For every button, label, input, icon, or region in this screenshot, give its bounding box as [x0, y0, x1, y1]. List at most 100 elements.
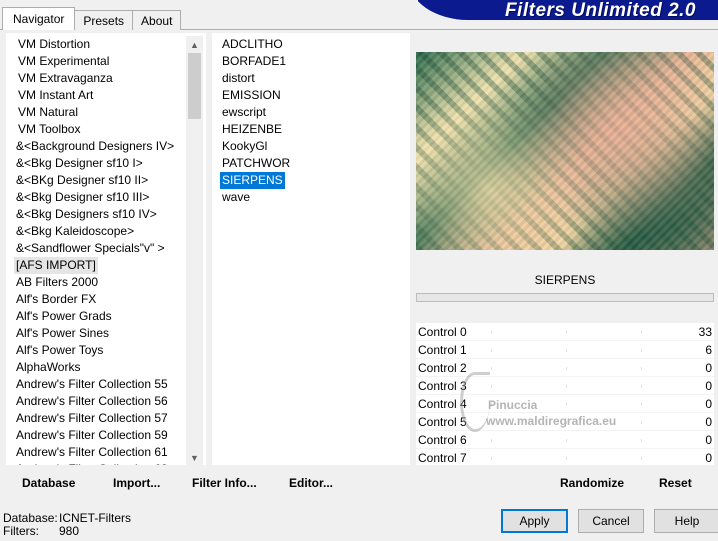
slider-tick: [641, 403, 642, 406]
category-item[interactable]: VM Distortion: [16, 36, 176, 53]
control-value[interactable]: 0: [705, 449, 712, 465]
control-label: Control 6: [418, 433, 467, 447]
control-row[interactable]: Control 4 0: [416, 395, 714, 413]
reset-button[interactable]: Reset: [659, 476, 692, 490]
filter-item[interactable]: KookyGl: [220, 138, 292, 155]
filter-item[interactable]: distort: [220, 70, 292, 87]
category-item[interactable]: VM Extravaganza: [16, 70, 176, 87]
import-button[interactable]: Import...: [113, 476, 160, 490]
slider-tick: [491, 439, 492, 442]
control-value[interactable]: 6: [705, 341, 712, 359]
filter-item[interactable]: EMISSION: [220, 87, 292, 104]
cancel-button[interactable]: Cancel: [578, 509, 644, 533]
filter-item[interactable]: ewscript: [220, 104, 292, 121]
category-row: Alf's Power Grads: [14, 308, 176, 325]
control-value[interactable]: 0: [705, 377, 712, 395]
filter-item[interactable]: HEIZENBE: [220, 121, 292, 138]
control-value[interactable]: 0: [705, 359, 712, 377]
filter-row: ewscript: [220, 104, 292, 121]
category-row: Andrew's Filter Collection 59: [14, 427, 176, 444]
scroll-thumb[interactable]: [188, 53, 201, 119]
category-row: Andrew's Filter Collection 57: [14, 410, 176, 427]
filter-item[interactable]: PATCHWOR: [220, 155, 292, 172]
tab-presets[interactable]: Presets: [74, 10, 134, 30]
control-row[interactable]: Control 7 0: [416, 449, 714, 465]
controls-button-bar: Randomize Reset: [416, 465, 714, 493]
control-value[interactable]: 0: [705, 431, 712, 449]
control-row[interactable]: Control 1 6: [416, 341, 714, 359]
slider-tick: [491, 349, 492, 352]
tab-bar: Navigator Presets About: [2, 7, 182, 30]
filter-list[interactable]: ADCLITHO BORFADE1 distort EMISSION ewscript H…: [212, 33, 410, 493]
category-item[interactable]: VM Natural: [16, 104, 176, 121]
category-item[interactable]: &<Bkg Designer sf10 I>: [14, 155, 176, 172]
category-item[interactable]: Andrew's Filter Collection 59: [14, 427, 176, 444]
filter-info-button[interactable]: Filter Info...: [192, 476, 257, 490]
category-row: &<Bkg Kaleidoscope>: [14, 223, 176, 240]
category-item[interactable]: Andrew's Filter Collection 57: [14, 410, 176, 427]
help-button[interactable]: Help: [654, 509, 718, 533]
category-row: &<Bkg Designer sf10 III>: [14, 189, 176, 206]
slider-tick: [491, 331, 492, 334]
category-item[interactable]: &<Background Designers IV>: [14, 138, 176, 155]
category-item[interactable]: VM Instant Art: [16, 87, 176, 104]
category-item[interactable]: [AFS IMPORT]: [14, 257, 98, 274]
scroll-down-icon[interactable]: ▼: [186, 449, 203, 466]
category-item[interactable]: Alf's Border FX: [14, 291, 176, 308]
category-item[interactable]: Alf's Power Sines: [14, 325, 176, 342]
category-item[interactable]: VM Experimental: [16, 53, 176, 70]
slider-tick: [566, 403, 567, 406]
filter-item[interactable]: BORFADE1: [220, 53, 292, 70]
control-row[interactable]: Control 0 33: [416, 323, 714, 341]
category-item[interactable]: &<Sandflower Specials"v" >: [14, 240, 176, 257]
category-row: VM Distortion: [14, 36, 176, 53]
category-item[interactable]: Alf's Power Grads: [14, 308, 176, 325]
randomize-button[interactable]: Randomize: [560, 476, 624, 490]
category-scrollbar[interactable]: ▲ ▼: [186, 36, 203, 466]
editor-button[interactable]: Editor...: [289, 476, 333, 490]
category-row: &<Bkg Designers sf10 IV>: [14, 206, 176, 223]
controls-panel: Control 0 33 Control 1 6 Control 2 0 Control 3…: [416, 323, 714, 465]
control-label: Control 5: [418, 415, 467, 429]
tab-about[interactable]: About: [132, 10, 182, 30]
filter-item[interactable]: ADCLITHO: [220, 36, 292, 53]
category-list[interactable]: VM Distortion VM Experimental VM Extravaga…: [6, 33, 206, 465]
control-row[interactable]: Control 2 0: [416, 359, 714, 377]
category-item[interactable]: Alf's Power Toys: [14, 342, 176, 359]
category-row: &<Sandflower Specials"v" >: [14, 240, 176, 257]
filter-name-label: SIERPENS: [416, 268, 714, 292]
control-row[interactable]: Control 3 0: [416, 377, 714, 395]
control-row[interactable]: Control 5 0: [416, 413, 714, 431]
category-row: Alf's Border FX: [14, 291, 176, 308]
category-row: Andrew's Filter Collection 56: [14, 393, 176, 410]
slider-tick: [566, 367, 567, 370]
slider-tick: [566, 439, 567, 442]
progress-bar: [416, 293, 714, 302]
category-item[interactable]: AlphaWorks: [14, 359, 176, 376]
category-item[interactable]: &<Bkg Kaleidoscope>: [14, 223, 176, 240]
category-item[interactable]: AB Filters 2000: [14, 274, 176, 291]
category-item[interactable]: &<Bkg Designer sf10 III>: [14, 189, 176, 206]
scroll-up-icon[interactable]: ▲: [186, 36, 203, 53]
filter-item[interactable]: wave: [220, 189, 292, 206]
database-button[interactable]: Database: [22, 476, 75, 490]
slider-tick: [641, 439, 642, 442]
category-row: AB Filters 2000: [14, 274, 176, 291]
control-row[interactable]: Control 6 0: [416, 431, 714, 449]
category-item[interactable]: &<BKg Designer sf10 II>: [14, 172, 176, 189]
filter-item[interactable]: SIERPENS: [220, 172, 285, 189]
filters-info: Filters: 980: [3, 524, 79, 538]
slider-tick: [491, 421, 492, 424]
category-item[interactable]: &<Bkg Designers sf10 IV>: [14, 206, 176, 223]
category-item[interactable]: Andrew's Filter Collection 61: [14, 444, 176, 461]
tab-navigator[interactable]: Navigator: [2, 7, 76, 30]
slider-tick: [641, 385, 642, 388]
control-value[interactable]: 33: [699, 323, 712, 341]
apply-button[interactable]: Apply: [501, 509, 568, 533]
category-item[interactable]: VM Toolbox: [16, 121, 176, 138]
control-value[interactable]: 0: [705, 395, 712, 413]
category-item[interactable]: Andrew's Filter Collection 55: [14, 376, 176, 393]
filter-row: distort: [220, 70, 292, 87]
control-value[interactable]: 0: [705, 413, 712, 431]
category-item[interactable]: Andrew's Filter Collection 56: [14, 393, 176, 410]
